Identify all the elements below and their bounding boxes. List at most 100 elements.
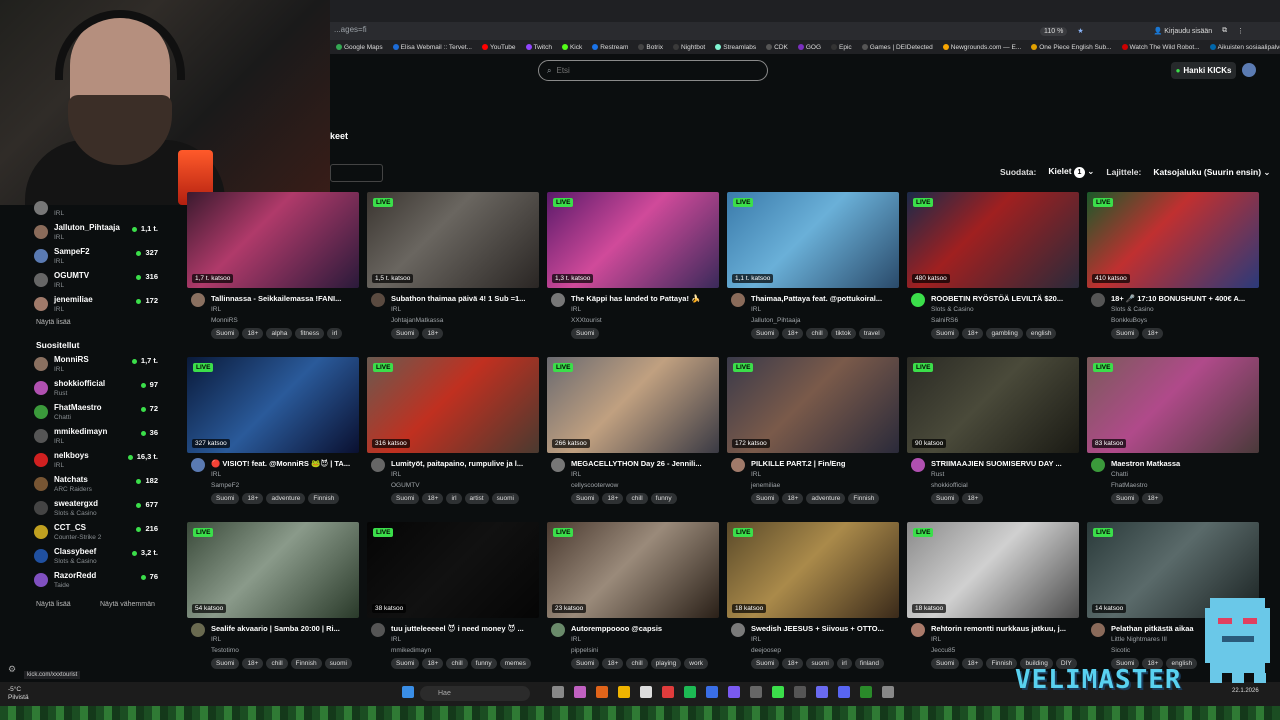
stream-category[interactable]: IRL (571, 471, 581, 478)
streamer-name[interactable]: cellyscooterwow (571, 482, 618, 489)
stream-title[interactable]: Tallinnassa - Seikkailemassa !FANI... (211, 294, 357, 303)
stream-tag[interactable]: Suomi (931, 658, 960, 669)
streamer-avatar[interactable] (911, 458, 925, 472)
stream-tag[interactable]: irl (327, 328, 343, 339)
stream-thumbnail[interactable]: LIVE 90 katsoo (907, 357, 1079, 453)
bookmark-item[interactable]: Streamlabs (715, 44, 756, 51)
stream-title[interactable]: Swedish JEESUS + Siivous + OTTO... (751, 624, 897, 633)
bookmark-item[interactable]: Games | DEIDetected (861, 44, 933, 51)
bookmark-item[interactable]: Watch The Wild Robot... (1121, 44, 1200, 51)
streamer-name[interactable]: Testotimo (211, 647, 239, 654)
stream-tag[interactable]: Suomi (391, 493, 420, 504)
stream-tag[interactable]: adventure (806, 493, 846, 504)
streamer-avatar[interactable] (551, 623, 565, 637)
menu-icon[interactable]: ⋮ (1237, 27, 1244, 35)
streamer-name[interactable]: BonkkuBoys (1111, 317, 1147, 324)
stream-card[interactable]: LIVE 172 katsoo PILKILLE PART.2 | Fin/Eng I… (727, 357, 899, 512)
show-more-link-2[interactable]: Näytä lisää (36, 601, 71, 608)
stream-tag[interactable]: 18+ (962, 328, 984, 339)
stream-tag[interactable]: finland (854, 658, 885, 669)
stream-thumbnail[interactable]: LIVE 1,5 t. katsoo (367, 192, 539, 288)
sidebar-channel-item[interactable]: OGUMTV IRL 316 (34, 271, 158, 293)
taskbar-app-icon[interactable] (662, 686, 674, 698)
stream-category[interactable]: Chatti (1111, 471, 1128, 478)
streamer-avatar[interactable] (371, 458, 385, 472)
stream-thumbnail[interactable]: LIVE 54 katsoo (187, 522, 359, 618)
stream-thumbnail[interactable]: LIVE 172 katsoo (727, 357, 899, 453)
sidebar-channel-item[interactable]: mmikedimayn IRL 36 (34, 427, 158, 449)
stream-category[interactable]: IRL (211, 471, 221, 478)
stream-thumbnail[interactable]: LIVE 1,3 t. katsoo (547, 192, 719, 288)
stream-category[interactable]: Little Nightmares III (1111, 636, 1167, 643)
sidebar-channel-item[interactable]: RazorRedd Taide 76 (34, 571, 158, 593)
streamer-name[interactable]: XXXtourist (571, 317, 602, 324)
bookmark-item[interactable]: Botrix (638, 44, 663, 51)
stream-card[interactable]: LIVE 266 katsoo MEGACELLYTHON Day 26 - Jen… (547, 357, 719, 512)
search-input[interactable] (556, 66, 757, 75)
show-more-link[interactable]: Näytä lisää (36, 319, 71, 326)
stream-card[interactable]: LIVE 1,5 t. katsoo Subathon thaimaa päivä … (367, 192, 539, 347)
streamer-name[interactable]: Sicotic (1111, 647, 1130, 654)
sidebar-channel-item[interactable]: FhatMaestro Chatti 72 (34, 403, 158, 425)
windows-start-icon[interactable] (402, 686, 414, 698)
stream-tag[interactable]: 18+ (1142, 493, 1164, 504)
stream-tag[interactable]: adventure (266, 493, 306, 504)
stream-tag[interactable]: Finnish (848, 493, 880, 504)
bookmark-item[interactable]: Aikuisten sosiaalipalve... (1209, 44, 1280, 51)
stream-tag[interactable]: fitness (295, 328, 325, 339)
stream-category[interactable]: Slots & Casino (931, 306, 974, 313)
stream-category[interactable]: Slots & Casino (1111, 306, 1154, 313)
streamer-name[interactable]: Jalluton_Pihtaaja (751, 317, 801, 324)
sidebar-channel-item[interactable]: IRL (34, 199, 158, 221)
streamer-name[interactable]: OGUMTV (391, 482, 420, 489)
streamer-name[interactable]: SalniRS6 (931, 317, 958, 324)
languages-dropdown[interactable]: Kielet 1 ⌄ (1048, 166, 1094, 178)
stream-title[interactable]: PILKILLE PART.2 | Fin/Eng (751, 459, 897, 468)
taskbar-app-icon[interactable] (684, 686, 696, 698)
streamer-name[interactable]: pippelsini (571, 647, 598, 654)
streamer-avatar[interactable] (191, 293, 205, 307)
stream-tag[interactable]: irl (446, 493, 462, 504)
streamer-name[interactable]: jenemiliae (751, 482, 780, 489)
zoom-indicator[interactable]: 110 % (1040, 26, 1068, 36)
stream-tag[interactable]: Suomi (751, 493, 780, 504)
user-avatar[interactable] (1242, 63, 1256, 77)
stream-title[interactable]: 🔴 VISIOT! feat. @MonniRS 🐸😈 | TA... (211, 459, 357, 468)
stream-tag[interactable]: suomi (806, 658, 834, 669)
stream-title[interactable]: Thaimaa,Pattaya feat. @pottukoiral... (751, 294, 897, 303)
stream-card[interactable]: LIVE 1,3 t. katsoo The Käppi has landed to… (547, 192, 719, 347)
sidebar-channel-item[interactable]: Jalluton_Pihtaaja IRL 1,1 t. (34, 223, 158, 245)
stream-tag[interactable]: Suomi (571, 328, 600, 339)
stream-card[interactable]: 1,7 t. katsoo Tallinnassa - Seikkailemass… (187, 192, 359, 347)
stream-tag[interactable]: chill (806, 328, 828, 339)
taskbar-app-icon[interactable] (728, 686, 740, 698)
stream-tag[interactable]: alpha (266, 328, 293, 339)
stream-title[interactable]: Subathon thaimaa päivä 4! 1 Sub =1... (391, 294, 537, 303)
show-less-link[interactable]: Näytä vähemmän (100, 601, 155, 608)
stream-tag[interactable]: 18+ (1142, 328, 1164, 339)
stream-title[interactable]: tuu jutteleeeeel 😈 i need money 😈 ... (391, 624, 537, 633)
stream-tag[interactable]: playing (650, 658, 682, 669)
signin-button[interactable]: 👤 Kirjaudu sisään (1154, 27, 1213, 35)
stream-thumbnail[interactable]: LIVE 410 katsoo (1087, 192, 1259, 288)
stream-tag[interactable]: Suomi (211, 493, 240, 504)
bookmark-item[interactable]: Restream (592, 44, 628, 51)
bookmark-item[interactable]: Newgrounds.com — E... (942, 44, 1021, 51)
filter-input[interactable] (330, 164, 383, 182)
taskbar-app-icon[interactable] (640, 686, 652, 698)
streamer-avatar[interactable] (371, 293, 385, 307)
taskbar-app-icon[interactable] (552, 686, 564, 698)
bookmark-item[interactable]: YouTube (481, 44, 516, 51)
bookmark-item[interactable]: Nightbot (673, 44, 705, 51)
bookmark-item[interactable]: Elisa Webmail :: Tervet... (392, 44, 472, 51)
taskbar-app-icon[interactable] (882, 686, 894, 698)
stream-tag[interactable]: funny (470, 658, 497, 669)
stream-category[interactable]: IRL (391, 471, 401, 478)
stream-tag[interactable]: 18+ (782, 328, 804, 339)
stream-tag[interactable]: Suomi (931, 493, 960, 504)
streamer-avatar[interactable] (191, 458, 205, 472)
stream-tag[interactable]: chill (626, 658, 648, 669)
stream-tag[interactable]: 18+ (242, 493, 264, 504)
stream-card[interactable]: LIVE 1,1 t. katsoo Thaimaa,Pattaya feat. @… (727, 192, 899, 347)
streamer-avatar[interactable] (911, 293, 925, 307)
